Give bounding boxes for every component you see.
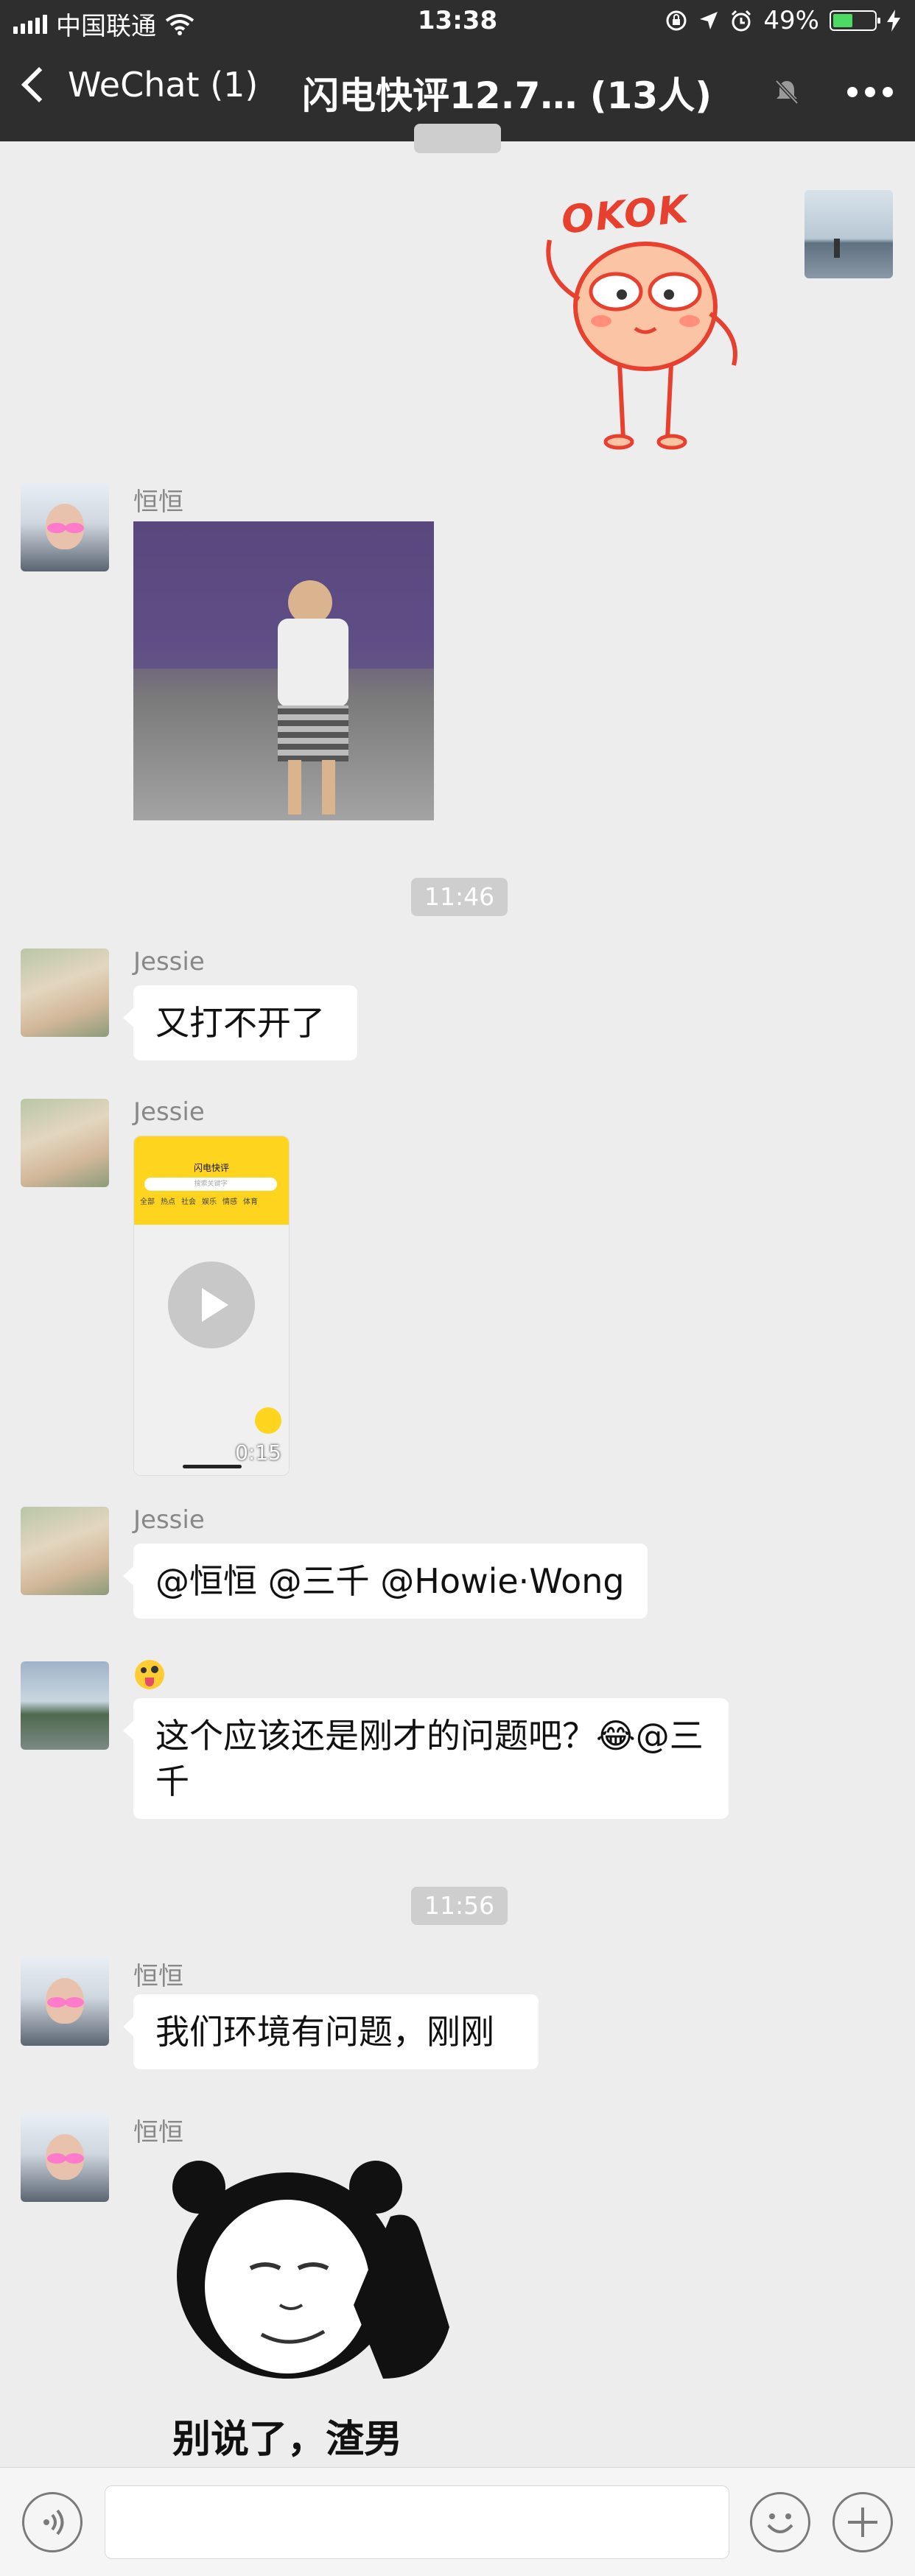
message-bubble[interactable]: 又打不开了 xyxy=(123,985,357,1060)
crazy-face-emoji xyxy=(135,1660,164,1689)
voice-icon xyxy=(43,2509,64,2535)
okok-character xyxy=(546,239,737,450)
sender-name: 恒恒 xyxy=(133,488,183,517)
sender-name: Jessie xyxy=(133,1505,205,1535)
message-bubble[interactable]: 我们环境有问题，刚刚 xyxy=(123,1994,539,2069)
message-bubble[interactable]: @恒恒 @三千 @Howie·Wong xyxy=(123,1544,648,1619)
panda-meme-image xyxy=(172,2161,449,2379)
timestamp: 11:46 xyxy=(411,878,508,916)
back-button[interactable]: WeChat (1) xyxy=(19,65,258,105)
video-message[interactable] xyxy=(133,521,434,820)
sender-name: Jessie xyxy=(133,947,205,976)
play-icon[interactable] xyxy=(168,1261,255,1348)
message-input[interactable] xyxy=(105,2485,729,2559)
voice-button[interactable] xyxy=(22,2492,83,2552)
avatar-jessie[interactable] xyxy=(21,1099,109,1187)
video-tabs: 全部 热点 社会 娱乐 情感 体育 xyxy=(140,1198,258,1206)
status-bar: 中国联通 13:38 49% xyxy=(0,0,915,44)
sticker-caption: 别说了，渣男 xyxy=(172,2418,403,2462)
sender-name: 恒恒 xyxy=(133,1962,183,1991)
video-search: 搜索关键字 xyxy=(144,1178,277,1191)
sender-name: 恒恒 xyxy=(133,2118,183,2147)
avatar-jessie[interactable] xyxy=(21,949,109,1037)
input-bar xyxy=(0,2467,915,2576)
emoji-button[interactable] xyxy=(750,2492,810,2552)
alarm-icon xyxy=(732,10,751,32)
avatar-hengheng[interactable] xyxy=(21,483,109,571)
video-message[interactable]: 闪电快评 搜索关键字 全部 热点 社会 娱乐 情感 体育 0:15 xyxy=(133,1136,290,1476)
plus-icon xyxy=(848,2508,877,2537)
lock-rotation-icon xyxy=(666,10,687,31)
charging-icon xyxy=(887,10,900,32)
video-duration: 0:15 xyxy=(235,1440,281,1465)
timestamp-cut xyxy=(414,124,501,153)
self-avatar[interactable] xyxy=(804,190,893,278)
avatar-hengheng[interactable] xyxy=(21,1957,109,2046)
chat-title: 闪电快评12.7… (13人) xyxy=(302,74,712,117)
avatar-hengheng[interactable] xyxy=(21,2114,109,2202)
plus-button[interactable] xyxy=(832,2492,893,2552)
avatar-jessie[interactable] xyxy=(21,1507,109,1595)
video-app-title: 闪电快评 xyxy=(193,1163,229,1173)
timestamp: 11:56 xyxy=(411,1887,508,1925)
avatar-member[interactable] xyxy=(21,1661,109,1750)
chevron-left-icon xyxy=(21,66,57,103)
okok-sticker[interactable]: OKOK xyxy=(520,188,771,454)
more-icon[interactable] xyxy=(847,87,893,97)
message-bubble[interactable]: 这个应该还是刚才的问题吧？😂@三千 xyxy=(123,1698,729,1819)
back-label: WeChat (1) xyxy=(68,65,259,105)
sender-name: Jessie xyxy=(133,1097,205,1127)
mute-icon xyxy=(775,80,799,105)
battery-icon xyxy=(830,10,880,31)
top-bar: 中国联通 13:38 49% WeChat (1) 闪电快评12.7… (13人… xyxy=(0,0,915,141)
panda-sticker[interactable]: 别说了，渣男 xyxy=(169,2158,464,2467)
emoji-icon xyxy=(767,2513,793,2533)
location-icon xyxy=(700,12,718,29)
battery-percent: 49% xyxy=(763,6,819,35)
